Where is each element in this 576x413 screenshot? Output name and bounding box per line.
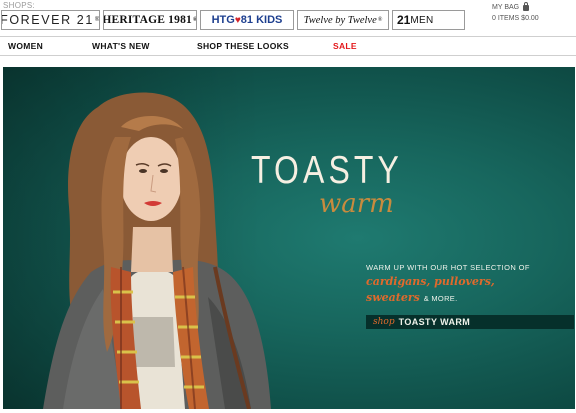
brand-label-c: KIDS [256, 14, 283, 26]
brand-tab-heritage1981[interactable]: HERITAGE 1981® [103, 10, 197, 30]
nav-item-whats-new[interactable]: WHAT'S NEW [92, 41, 150, 51]
brand-label-a: 21 [397, 13, 411, 27]
brand-label-a: HTG [211, 14, 235, 26]
cta-prefix: shop [373, 317, 395, 327]
model-photo [43, 92, 271, 409]
bag-summary: 0 ITEMS $0.00 [492, 15, 539, 22]
promo-sweaters: sweaters [366, 291, 420, 304]
hero-headline: TOASTY warm [251, 149, 451, 220]
registered-mark: ® [377, 17, 383, 23]
brand-tab-forever21[interactable]: FOREVER 21® [1, 10, 100, 30]
hero-banner[interactable]: TOASTY warm WARM UP WITH OUR HOT SELECTI… [3, 67, 575, 409]
my-bag-link[interactable]: MY BAG [492, 1, 530, 11]
promo-line-sweaters: sweaters & MORE. [366, 291, 571, 304]
nav-item-sale[interactable]: SALE [333, 41, 357, 51]
my-bag-label: MY BAG [492, 4, 520, 11]
registered-mark: ® [95, 17, 99, 23]
headline-toasty: TOASTY [251, 149, 403, 192]
brand-label-b: 81 [240, 14, 254, 26]
shops-label: SHOPS: [3, 1, 36, 10]
brand-label-b: MEN [410, 14, 434, 26]
promo-more: & MORE. [423, 294, 458, 303]
shopping-bag-icon [523, 1, 530, 11]
headline-warm: warm [319, 189, 394, 219]
brand-tab-twelve-by-twelve[interactable]: Twelve by Twelve ® [297, 10, 389, 30]
brand-label: Twelve by Twelve [303, 14, 377, 26]
brand-label: HERITAGE 1981 [103, 14, 192, 26]
promo-copy: WARM UP WITH OUR HOT SELECTION OF cardig… [366, 263, 571, 304]
main-nav: WOMEN WHAT'S NEW SHOP THESE LOOKS SALE [0, 36, 576, 56]
shop-toasty-warm-button[interactable]: shop TOASTY WARM [366, 315, 574, 329]
registered-mark: ® [193, 17, 196, 23]
promo-intro: WARM UP WITH OUR HOT SELECTION OF [366, 263, 530, 272]
brand-label: FOREVER 21 [1, 13, 94, 27]
cta-label: TOASTY WARM [398, 317, 471, 327]
brand-tab-21men[interactable]: 21 MEN [392, 10, 465, 30]
promo-line-cardigans: cardigans, pullovers, [366, 275, 495, 288]
nav-item-women[interactable]: WOMEN [8, 41, 43, 51]
brand-tab-htg81-kids[interactable]: HTG ♥ 81 KIDS [200, 10, 294, 30]
nav-item-shop-these-looks[interactable]: SHOP THESE LOOKS [197, 41, 289, 51]
